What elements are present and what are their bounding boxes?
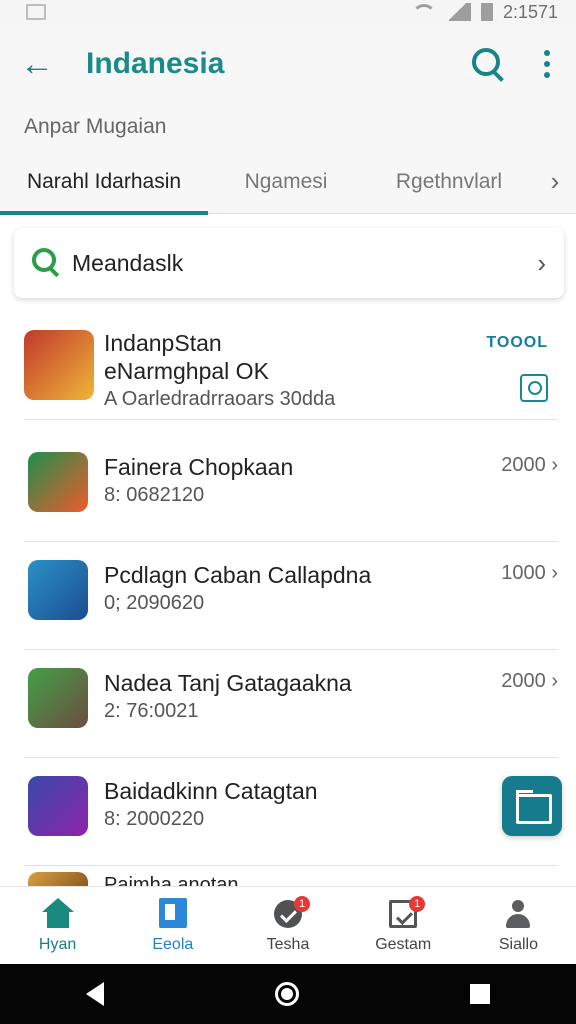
app-row[interactable]: Baidadkinn Catagtan 8: 2000220 <box>24 758 558 866</box>
more-vert-icon[interactable] <box>538 50 556 78</box>
nav-label: Hyan <box>38 935 77 953</box>
tab-1[interactable]: Narahl Idarhasin <box>0 150 208 215</box>
home-icon <box>41 897 74 930</box>
featured-app-title-line2: eNarmghpal OK <box>104 358 269 384</box>
app-icon <box>28 776 88 836</box>
app-row[interactable]: Nadea Tanj Gatagaakna 2: 76:0021 2000 › <box>24 650 558 758</box>
app-bar: ← Indanesia <box>0 24 576 104</box>
signal-icon <box>442 3 471 21</box>
chevron-right-icon[interactable]: › <box>534 166 576 197</box>
status-time: 2:1571 <box>502 1 558 22</box>
nav-item-home[interactable]: Hyan <box>0 887 115 964</box>
notification-badge: 1 <box>409 895 426 912</box>
app-icon <box>24 330 94 400</box>
search-icon <box>32 248 62 278</box>
floating-action-button[interactable] <box>502 776 562 836</box>
nav-label: Eeola <box>152 935 194 953</box>
featured-app-row[interactable]: IndanpStan eNarmghpal OK A Oarledradrrao… <box>24 312 558 420</box>
app-icon <box>28 560 88 620</box>
app-icon <box>28 872 88 886</box>
nav-item-tesha[interactable]: 1 Tesha <box>230 887 345 964</box>
app-name: Fainera Chopkaan <box>104 454 294 480</box>
system-back-icon[interactable] <box>85 982 104 1006</box>
status-indicators: 2:1571 <box>411 2 558 23</box>
tab-3[interactable]: Rgethnvlarl <box>364 150 534 214</box>
app-meta: 2: 76:0021 <box>104 700 199 722</box>
battery-icon <box>480 3 493 21</box>
tab-2[interactable]: Ngamesi <box>208 150 364 214</box>
app-meta: 8: 0682120 <box>104 484 205 506</box>
app-list: IndanpStan eNarmghpal OK A Oarledradrrao… <box>0 312 576 886</box>
notification-badge: 1 <box>294 895 310 912</box>
partial-list-item: Paimha anotan <box>24 872 558 886</box>
app-meta: 0; 2090620 <box>104 592 205 614</box>
app-price: 2000 › <box>501 454 558 476</box>
app-icon <box>28 452 88 512</box>
app-price: 2000 › <box>501 670 558 692</box>
featured-label: TOOOL <box>486 334 548 351</box>
system-home-icon[interactable] <box>274 982 299 1006</box>
app-icon <box>28 668 88 728</box>
user-icon <box>502 898 534 930</box>
app-row[interactable]: Pcdlagn Caban Callapdna 0; 2090620 1000 … <box>24 542 558 650</box>
system-recents-icon[interactable] <box>470 984 491 1004</box>
search-icon[interactable] <box>468 44 508 84</box>
app-name: Pcdlagn Caban Callapdna <box>104 562 372 588</box>
featured-app-title-line1: IndanpStan <box>104 330 222 356</box>
tab-bar: Narahl Idarhasin Ngamesi Rgethnvlarl › <box>0 150 576 215</box>
bottom-navigation: Hyan Eeola 1 Tesha 1 Gestam Siallo <box>0 886 576 964</box>
page-title: Indanesia <box>86 47 225 80</box>
nav-item-eeola[interactable]: Eeola <box>115 887 230 964</box>
partial-app-name: Paimha anotan <box>104 874 239 886</box>
notification-icon <box>26 4 46 20</box>
document-icon <box>157 897 189 930</box>
nav-label: Gestam <box>375 935 432 953</box>
search-card-text: Meandaslk <box>72 249 184 276</box>
page-subtitle: Anpar Mugaian <box>0 104 576 150</box>
chevron-right-icon: › <box>537 247 546 278</box>
search-card[interactable]: Meandaslk › <box>14 228 564 298</box>
featured-app-subtitle: A Oarledradrraoars 30dda <box>104 388 336 410</box>
app-row[interactable]: Fainera Chopkaan 8: 0682120 2000 › <box>24 434 558 542</box>
nav-label: Siallo <box>498 935 538 953</box>
app-name: Baidadkinn Catagtan <box>104 778 318 804</box>
nav-item-gestam[interactable]: 1 Gestam <box>346 887 461 964</box>
wifi-icon <box>411 4 436 20</box>
nav-item-siallo[interactable]: Siallo <box>461 887 576 964</box>
app-meta: 8: 2000220 <box>104 808 205 830</box>
back-arrow-icon[interactable]: ← <box>20 47 66 81</box>
app-price: 1000 › <box>501 562 558 584</box>
system-navigation-bar <box>0 964 576 1024</box>
status-bar: 2:1571 <box>0 0 576 24</box>
check-circle-icon: 1 <box>272 895 310 930</box>
nav-label: Tesha <box>266 935 310 953</box>
app-name: Nadea Tanj Gatagaakna <box>104 670 352 696</box>
task-icon: 1 <box>387 895 426 930</box>
camera-icon[interactable] <box>520 374 548 402</box>
